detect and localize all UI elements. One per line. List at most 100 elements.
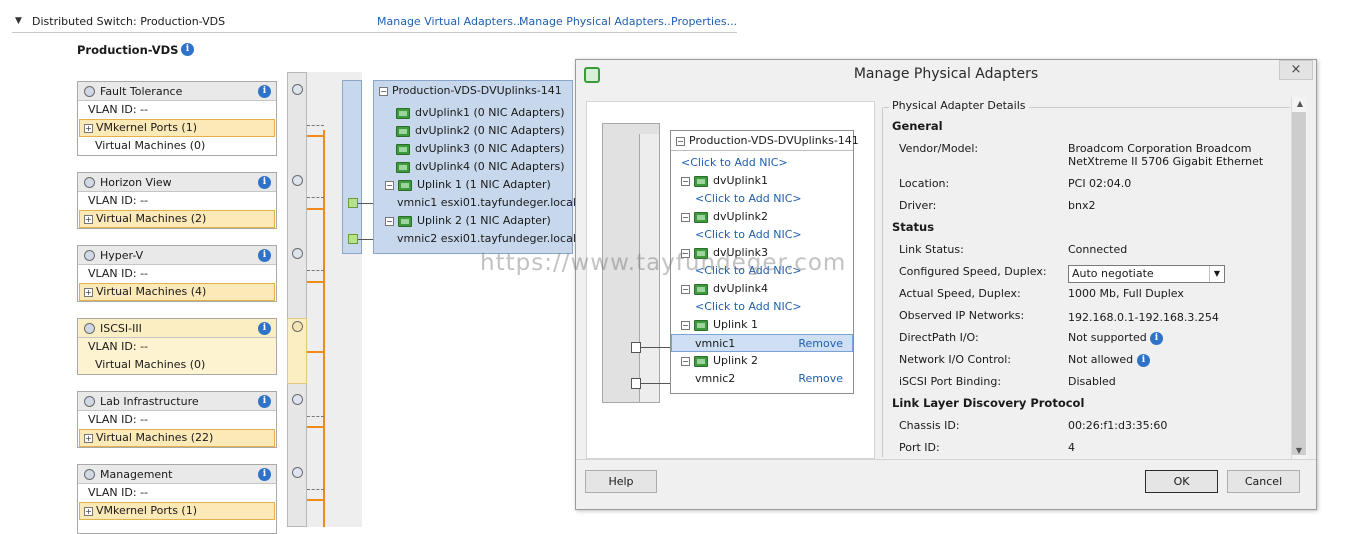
directpath-label: DirectPath I/O: <box>899 331 979 344</box>
scroll-up-icon[interactable]: ▲ <box>1292 97 1308 111</box>
virtual-machines-item[interactable]: Virtual Machines (0) <box>78 356 276 374</box>
nic-icon <box>398 179 412 191</box>
nic-port-icon <box>631 342 641 353</box>
nic-port-icon <box>631 378 641 389</box>
collapse-icon[interactable]: − <box>379 86 388 96</box>
collapse-icon[interactable]: − <box>681 212 690 222</box>
tree-uplink-row[interactable]: − Uplink 2 <box>671 352 853 370</box>
collapse-icon[interactable]: − <box>681 320 690 330</box>
collapse-icon[interactable]: − <box>385 180 394 190</box>
add-nic-link[interactable]: <Click to Add NIC> <box>671 298 853 316</box>
virtual-machines-item[interactable]: + Virtual Machines (2) <box>79 210 275 228</box>
uplink-row[interactable]: dvUplink4 (0 NIC Adapters) <box>396 158 565 176</box>
uplink-row[interactable]: dvUplink1 (0 NIC Adapters) <box>396 104 565 122</box>
manage-virtual-adapters-link[interactable]: Manage Virtual Adapters... <box>377 15 524 28</box>
vmkernel-ports-item[interactable]: + VMkernel Ports (1) <box>79 119 275 137</box>
tree-uplink-row[interactable]: − dvUplink4 <box>671 280 853 298</box>
info-icon[interactable]: i <box>258 85 271 98</box>
uplink-label: dvUplink1 (0 NIC Adapters) <box>415 106 565 119</box>
collapse-icon[interactable]: − <box>681 176 690 186</box>
add-nic-link[interactable]: <Click to Add NIC> <box>671 154 853 172</box>
manage-physical-adapters-link[interactable]: Manage Physical Adapters... <box>519 15 674 28</box>
info-icon[interactable]: i <box>1150 332 1163 345</box>
scroll-thumb[interactable] <box>1292 112 1306 455</box>
tree-uplink-row[interactable]: − dvUplink1 <box>671 172 853 190</box>
uplink-row[interactable]: dvUplink3 (0 NIC Adapters) <box>396 140 565 158</box>
collapse-arrow-icon[interactable]: ▼ <box>15 16 22 26</box>
nic-icon <box>694 175 708 187</box>
info-icon[interactable]: i <box>258 249 271 262</box>
properties-link[interactable]: Properties... <box>671 15 737 28</box>
vmnic-row[interactable]: vmnic2 esxi01.tayfundeger.local <box>397 230 576 248</box>
port-group-hyper-v[interactable]: Hyper-V i VLAN ID: -- + Virtual Machines (… <box>77 245 277 302</box>
add-nic-label[interactable]: <Click to Add NIC> <box>681 156 788 169</box>
vlan-id: VLAN ID: -- <box>88 103 149 116</box>
nic-wire <box>641 347 670 348</box>
add-nic-label[interactable]: <Click to Add NIC> <box>695 192 802 205</box>
remove-link[interactable]: Remove <box>798 335 843 353</box>
globe-icon <box>84 250 95 261</box>
vmkernel-ports-item[interactable]: + VMkernel Ports (1) <box>79 502 275 520</box>
expand-icon[interactable]: + <box>84 433 93 443</box>
uplink-row[interactable]: dvUplink2 (0 NIC Adapters) <box>396 122 565 140</box>
configured-speed-select[interactable]: Auto negotiate ▼ <box>1068 265 1225 283</box>
uplink-label: Uplink 1 <box>713 318 758 331</box>
virtual-machines-item[interactable]: Virtual Machines (0) <box>78 137 276 155</box>
orange-link <box>307 281 324 283</box>
info-icon[interactable]: i <box>1137 354 1150 367</box>
uplink-label: dvUplink2 <box>713 210 768 223</box>
virtual-machines-item[interactable]: + Virtual Machines (4) <box>79 283 275 301</box>
help-button[interactable]: Help <box>585 470 657 493</box>
add-nic-link[interactable]: <Click to Add NIC> <box>671 226 853 244</box>
vmnic-row[interactable]: vmnic1 esxi01.tayfundeger.local <box>397 194 576 212</box>
virtual-machines-item[interactable]: + Virtual Machines (22) <box>79 429 275 447</box>
expand-icon[interactable]: + <box>84 506 93 516</box>
remove-link[interactable]: Remove <box>798 370 843 388</box>
globe-icon <box>84 177 95 188</box>
info-icon[interactable]: i <box>258 322 271 335</box>
observed-ip-label: Observed IP Networks: <box>899 309 1025 322</box>
close-button[interactable]: × <box>1279 60 1313 80</box>
tree-nic-row[interactable]: vmnic2 Remove <box>671 370 853 388</box>
uplink-group-title[interactable]: − Production-VDS-DVUplinks-141 <box>379 82 562 100</box>
port-group-iscsi-iii[interactable]: ISCSI-III i VLAN ID: -- Virtual Machines … <box>77 318 277 375</box>
info-icon[interactable]: i <box>258 176 271 189</box>
uplink-group-panel[interactable]: − Production-VDS-DVUplinks-141 dvUplink1 … <box>373 80 576 254</box>
section-general: General <box>892 119 943 133</box>
port-group-lab-infrastructure[interactable]: Lab Infrastructure i VLAN ID: -- + Virtual… <box>77 391 277 448</box>
tree-title[interactable]: − Production-VDS-DVUplinks-141 <box>671 131 859 151</box>
port-connector-icon <box>292 394 303 405</box>
tree-uplink-row[interactable]: − Uplink 1 <box>671 316 853 334</box>
port-group-management[interactable]: Management i VLAN ID: -- + VMkernel Ports … <box>77 464 277 534</box>
orange-link <box>307 426 324 428</box>
tree-nic-row-selected[interactable]: vmnic1 Remove <box>671 334 853 352</box>
header-divider <box>12 32 737 33</box>
info-icon[interactable]: i <box>258 468 271 481</box>
dropdown-arrow-icon[interactable]: ▼ <box>1209 266 1224 282</box>
cancel-button[interactable]: Cancel <box>1227 470 1300 493</box>
collapse-icon[interactable]: − <box>676 136 685 146</box>
dotted-connector <box>307 270 324 271</box>
tree-uplink-row[interactable]: − dvUplink2 <box>671 208 853 226</box>
uplink-tree-area: − Production-VDS-DVUplinks-141 <Click to … <box>586 101 875 459</box>
collapse-icon[interactable]: − <box>681 284 690 294</box>
dotted-connector <box>307 125 324 126</box>
info-icon[interactable]: i <box>181 43 194 56</box>
collapse-icon[interactable]: − <box>681 356 690 366</box>
add-nic-label[interactable]: <Click to Add NIC> <box>695 300 802 313</box>
expand-icon[interactable]: + <box>84 214 93 224</box>
info-icon[interactable]: i <box>258 395 271 408</box>
collapse-icon[interactable]: − <box>385 216 394 226</box>
scroll-down-icon[interactable]: ▼ <box>1291 444 1307 458</box>
uplink-row[interactable]: − Uplink 1 (1 NIC Adapter) <box>385 176 551 194</box>
expand-icon[interactable]: + <box>84 123 93 133</box>
port-group-horizon-view[interactable]: Horizon View i VLAN ID: -- + Virtual Machi… <box>77 172 277 229</box>
globe-icon <box>84 323 95 334</box>
add-nic-link[interactable]: <Click to Add NIC> <box>671 190 853 208</box>
uplink-row[interactable]: − Uplink 2 (1 NIC Adapter) <box>385 212 551 230</box>
ok-button[interactable]: OK <box>1145 470 1218 493</box>
port-group-fault-tolerance[interactable]: Fault Tolerance i VLAN ID: -- + VMkernel P… <box>77 81 277 156</box>
expand-icon[interactable]: + <box>84 287 93 297</box>
add-nic-label[interactable]: <Click to Add NIC> <box>695 228 802 241</box>
globe-icon <box>84 86 95 97</box>
